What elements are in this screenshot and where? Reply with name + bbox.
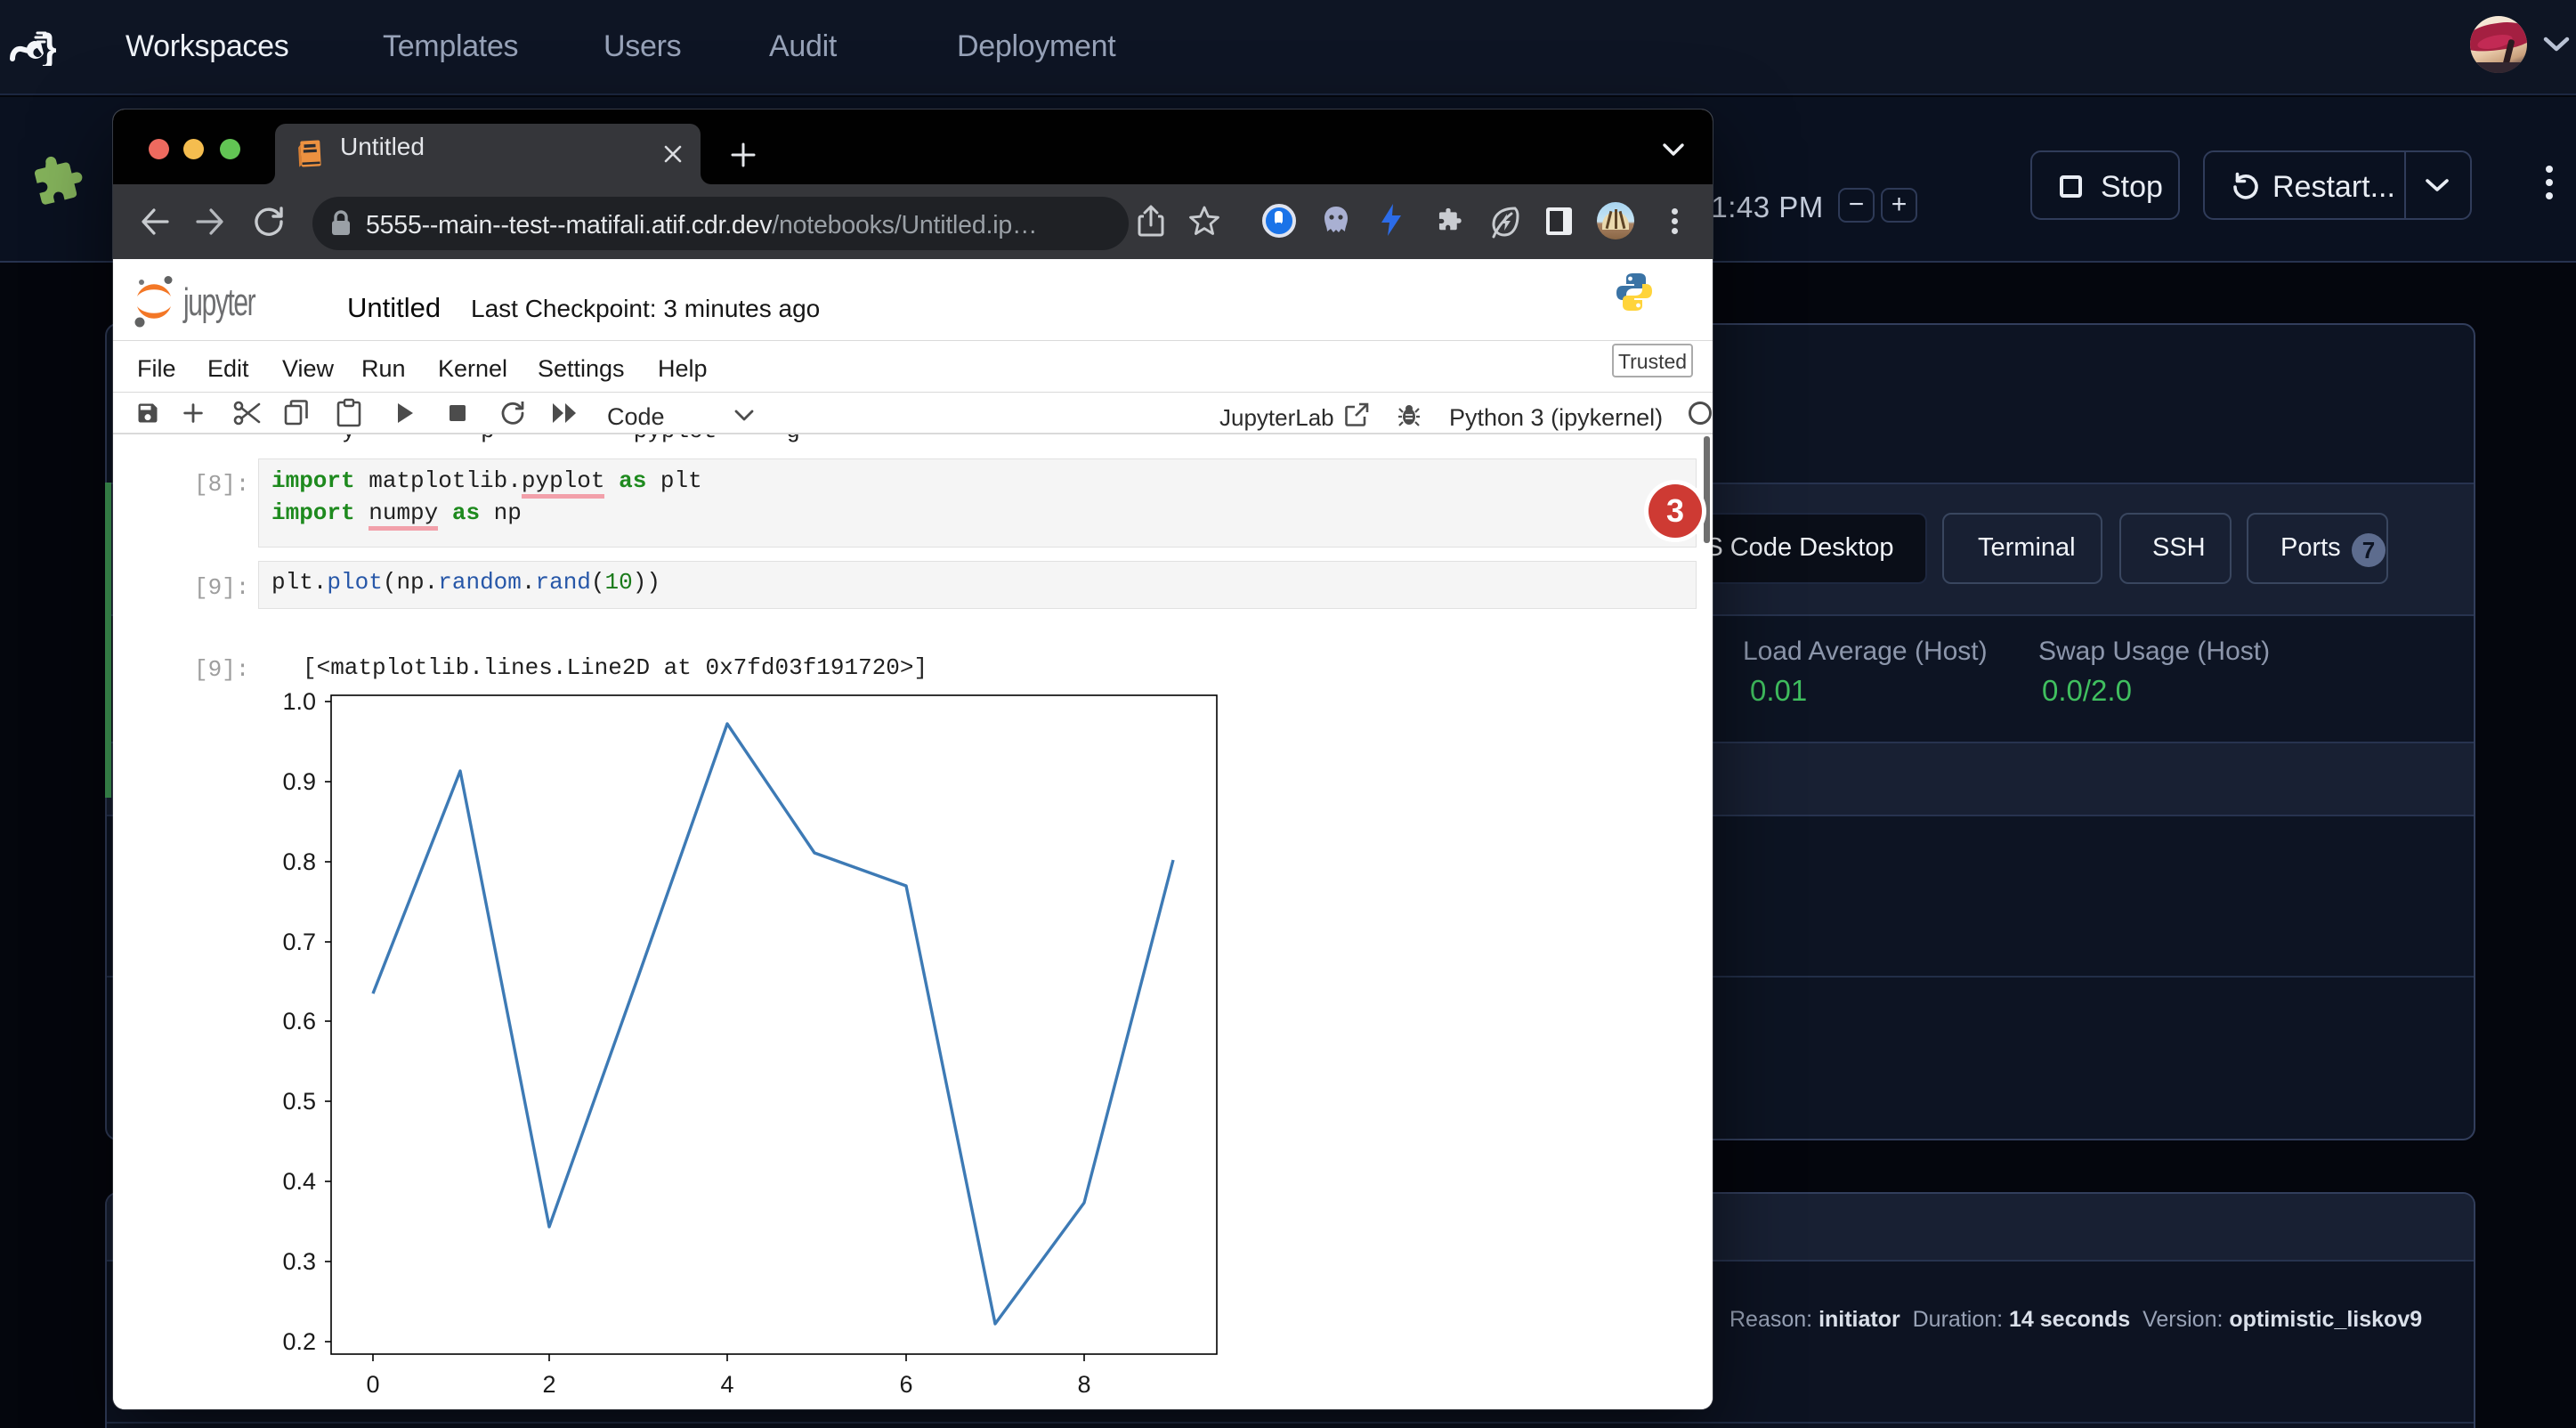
svg-text:4: 4 [720,1371,733,1398]
svg-text:0.2: 0.2 [282,1328,316,1355]
svg-text:8: 8 [1077,1371,1090,1398]
svg-text:2: 2 [542,1371,555,1398]
svg-text:0.7: 0.7 [282,929,316,955]
svg-text:0: 0 [366,1371,379,1398]
svg-text:0.4: 0.4 [282,1168,316,1195]
svg-text:0.9: 0.9 [282,768,316,795]
svg-text:6: 6 [899,1371,912,1398]
svg-text:1.0: 1.0 [282,688,316,715]
svg-text:0.5: 0.5 [282,1088,316,1115]
svg-text:}: } [42,26,56,66]
svg-text:0.8: 0.8 [282,848,316,875]
svg-text:0.6: 0.6 [282,1008,316,1034]
svg-text:0.3: 0.3 [282,1248,316,1275]
